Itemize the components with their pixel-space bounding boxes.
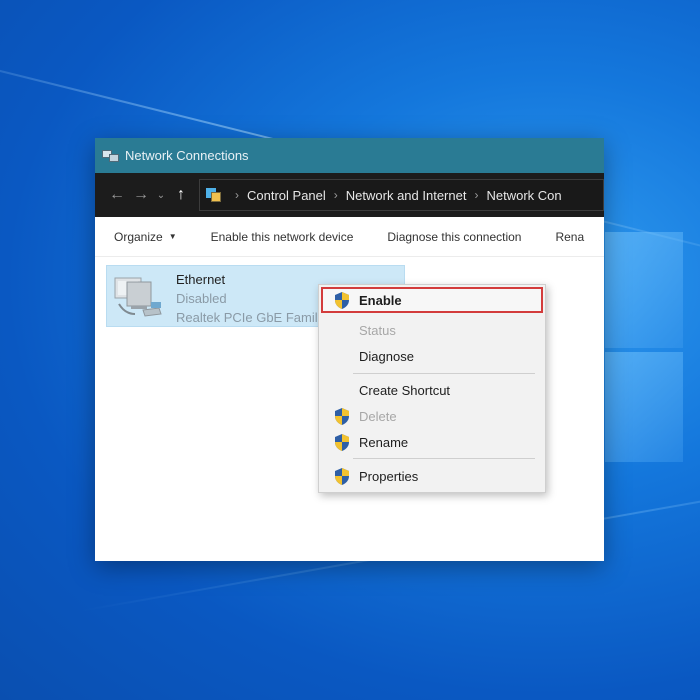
forward-arrow-icon[interactable]: → bbox=[129, 186, 153, 204]
menu-item-diagnose[interactable]: Diagnose bbox=[321, 343, 543, 369]
menu-item-delete: Delete bbox=[321, 403, 543, 429]
breadcrumb-separator-icon: › bbox=[235, 188, 239, 202]
command-bar: Organize ▼ Enable this network device Di… bbox=[95, 217, 604, 257]
menu-item-enable[interactable]: Enable bbox=[321, 287, 543, 313]
diagnose-connection-button[interactable]: Diagnose this connection bbox=[387, 230, 521, 244]
organize-label: Organize bbox=[114, 229, 163, 244]
shield-icon bbox=[335, 468, 349, 485]
connection-adapter: Realtek PCIe GbE Famil bbox=[176, 310, 318, 325]
breadcrumb-separator-icon: › bbox=[474, 188, 479, 202]
recent-locations-chevron-icon[interactable]: ⌄ bbox=[153, 190, 169, 201]
network-adapter-icon bbox=[114, 277, 162, 317]
menu-divider bbox=[353, 458, 535, 459]
menu-item-label: Create Shortcut bbox=[359, 382, 451, 398]
breadcrumb-separator-icon: › bbox=[333, 188, 338, 202]
connection-status: Disabled bbox=[176, 291, 227, 306]
title-bar: Network Connections bbox=[95, 138, 604, 173]
shield-icon bbox=[335, 408, 349, 425]
rename-connection-button[interactable]: Rena bbox=[555, 230, 584, 244]
breadcrumb-control-panel[interactable]: Control Panel bbox=[247, 188, 326, 203]
back-arrow-icon[interactable]: ← bbox=[105, 186, 129, 204]
menu-item-label: Enable bbox=[359, 292, 402, 308]
shield-icon bbox=[335, 292, 349, 309]
enable-device-button[interactable]: Enable this network device bbox=[211, 230, 354, 244]
menu-divider bbox=[353, 373, 535, 374]
caret-down-icon: ▼ bbox=[168, 232, 177, 241]
shield-icon bbox=[335, 434, 349, 451]
breadcrumb-network-and-internet[interactable]: Network and Internet bbox=[346, 188, 467, 203]
menu-item-label: Properties bbox=[359, 468, 419, 484]
connection-name: Ethernet bbox=[176, 272, 226, 287]
window-title: Network Connections bbox=[125, 148, 249, 163]
menu-item-create-shortcut[interactable]: Create Shortcut bbox=[321, 377, 543, 403]
breadcrumb-network-connections[interactable]: Network Con bbox=[486, 188, 561, 203]
windows-logo-pane bbox=[605, 232, 683, 348]
windows-logo-pane bbox=[605, 352, 683, 462]
breadcrumb[interactable]: › Control Panel › Network and Internet ›… bbox=[199, 179, 604, 211]
context-menu: Enable Status Diagnose Create Shortcut D… bbox=[318, 284, 546, 493]
menu-item-status: Status bbox=[321, 317, 543, 343]
menu-item-label: Status bbox=[359, 322, 396, 338]
menu-item-label: Diagnose bbox=[359, 348, 414, 364]
up-arrow-icon[interactable]: ↑ bbox=[169, 186, 193, 204]
menu-item-label: Rename bbox=[359, 434, 409, 450]
network-connections-icon bbox=[102, 148, 120, 164]
control-panel-icon bbox=[206, 187, 221, 203]
organize-button[interactable]: Organize ▼ bbox=[114, 230, 177, 244]
menu-item-label: Delete bbox=[359, 408, 397, 424]
address-bar: ← → ⌄ ↑ › Control Panel › Network and In… bbox=[95, 173, 604, 217]
menu-item-properties[interactable]: Properties bbox=[321, 463, 543, 489]
menu-item-rename[interactable]: Rename bbox=[321, 429, 543, 455]
